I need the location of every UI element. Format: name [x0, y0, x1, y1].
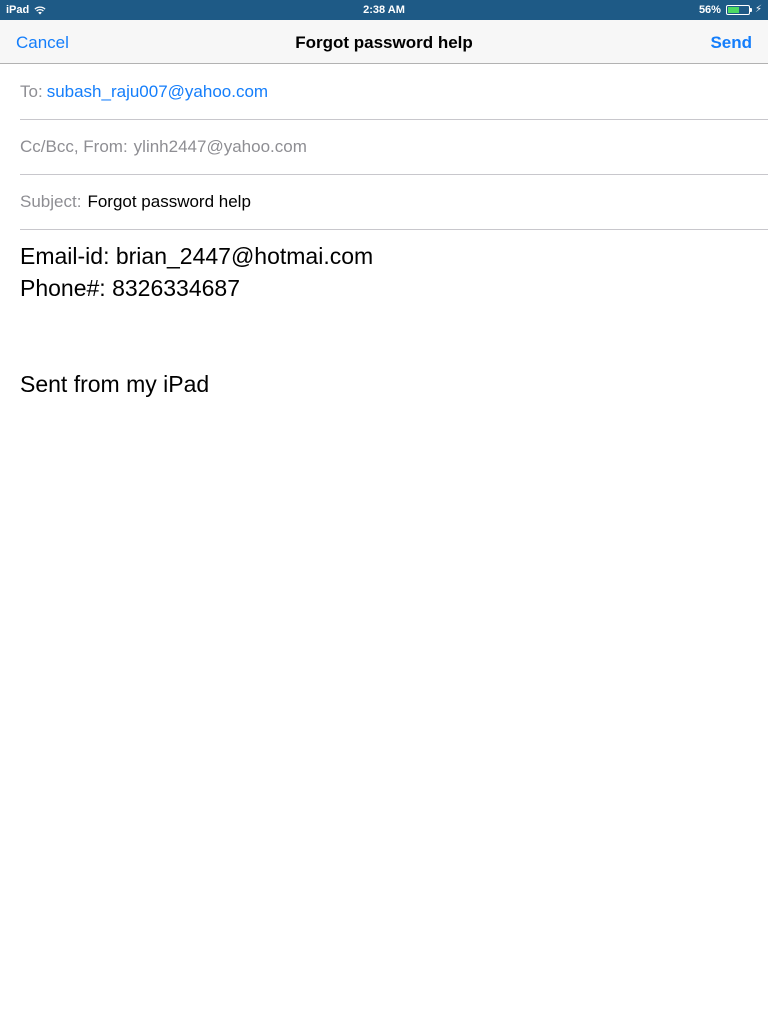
battery-level: [727, 7, 739, 13]
cc-bcc-from-field[interactable]: Cc/Bcc, From: ylinh2447@yahoo.com: [20, 120, 768, 175]
compose-nav-bar: Cancel Forgot password help Send: [0, 20, 768, 64]
to-recipient[interactable]: subash_raju007@yahoo.com: [47, 82, 268, 101]
battery-icon: [725, 5, 752, 15]
to-label: To:: [20, 82, 43, 101]
battery-percent: 56%: [698, 4, 721, 16]
subject-label: Subject:: [20, 192, 82, 211]
to-field[interactable]: To: subash_raju007@yahoo.com: [20, 65, 768, 120]
status-right: 56% ⚡︎: [699, 4, 762, 16]
body-line-email: Email-id: brian_2447@hotmai.com: [20, 243, 374, 269]
subject-field[interactable]: Subject: Forgot password help: [20, 175, 768, 230]
subject-input[interactable]: Forgot password help: [87, 192, 250, 211]
status-bar: iPad 2:38 AM 56% ⚡︎: [0, 0, 768, 20]
message-body[interactable]: Email-id: brian_2447@hotmai.com Phone#: …: [20, 240, 748, 304]
body-line-phone: Phone#: 8326334687: [20, 275, 240, 301]
from-address[interactable]: ylinh2447@yahoo.com: [134, 137, 307, 156]
page-title: Forgot password help: [295, 33, 473, 52]
status-time: 2:38 AM: [363, 4, 405, 16]
signature: Sent from my iPad: [20, 371, 210, 397]
charging-bolt-icon: ⚡︎: [754, 4, 762, 15]
cc-bcc-from-label: Cc/Bcc, From:: [20, 137, 128, 156]
send-button[interactable]: Send: [710, 33, 752, 53]
